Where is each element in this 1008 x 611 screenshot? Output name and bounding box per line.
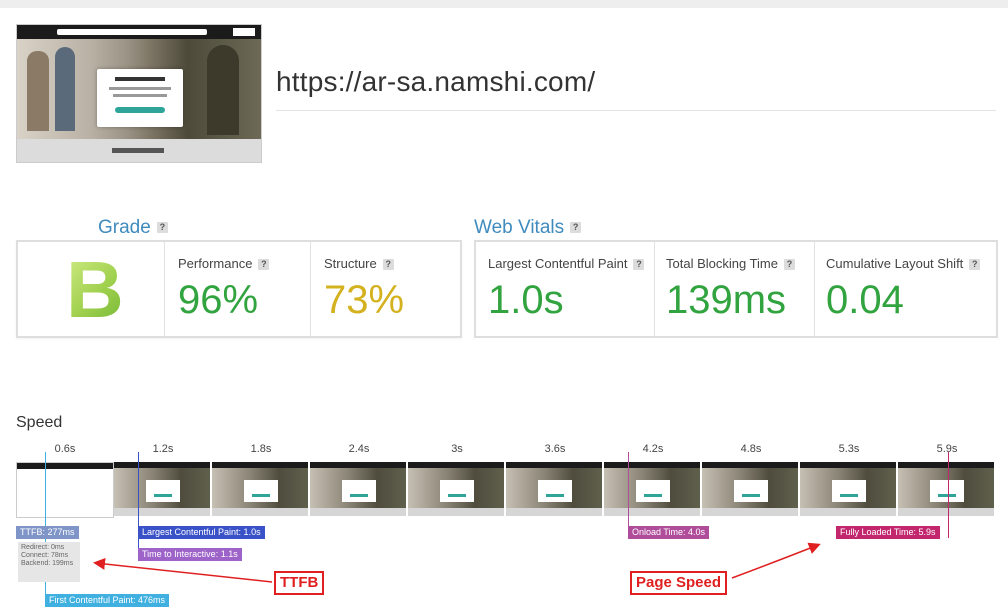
ttfb-annotation: TTFB: [274, 571, 325, 595]
annotation-arrows: [93, 542, 821, 583]
ttfb-arrow: [93, 558, 273, 583]
page-speed-arrow: [731, 542, 821, 579]
page-speed-annotation: Page Speed: [630, 571, 728, 595]
